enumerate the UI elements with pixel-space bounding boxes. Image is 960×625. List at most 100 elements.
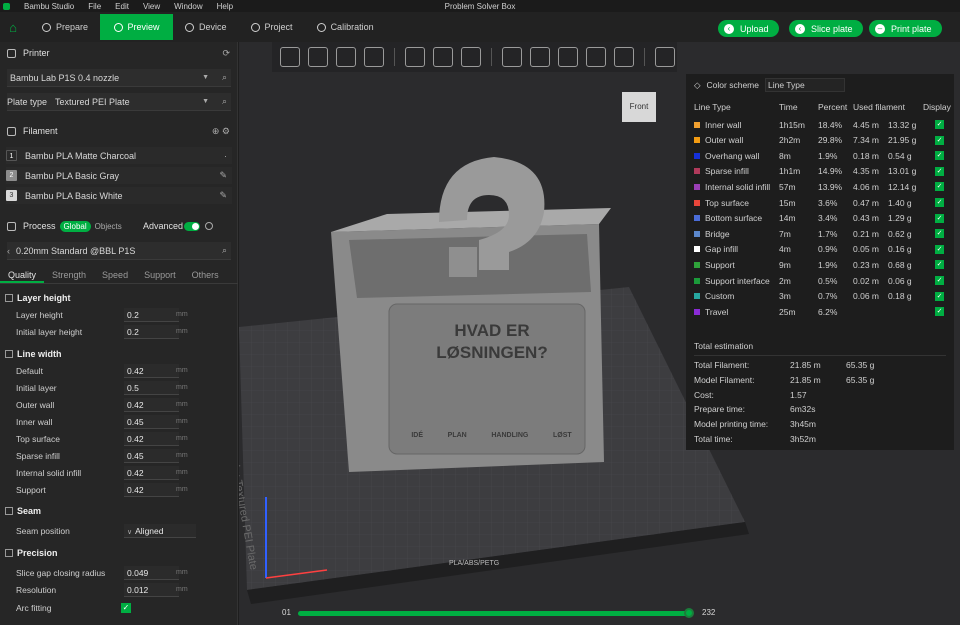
layer-height-input[interactable]: 0.2 bbox=[124, 307, 179, 322]
display-checkbox[interactable]: ✓ bbox=[935, 166, 944, 176]
menu-view[interactable]: View bbox=[143, 2, 160, 11]
display-checkbox[interactable]: ✓ bbox=[935, 182, 944, 192]
process-preset-select[interactable]: ‹ 0.20mm Standard @BBL P1S ⌕ bbox=[7, 242, 231, 260]
legend-row: Bottom surface 14m 3.4% 0.43 m 1.29 g ✓ bbox=[694, 211, 952, 226]
line-width-group: Line width bbox=[5, 346, 235, 361]
add-icon[interactable] bbox=[280, 47, 300, 67]
split-icon[interactable] bbox=[405, 47, 425, 67]
layer-handle[interactable] bbox=[684, 608, 694, 618]
tab-others[interactable]: Others bbox=[184, 266, 227, 283]
initial-layer-height-input[interactable]: 0.2 bbox=[124, 324, 179, 339]
display-checkbox[interactable]: ✓ bbox=[935, 229, 944, 239]
tab-device[interactable]: Device bbox=[173, 14, 239, 40]
arrange-icon[interactable] bbox=[364, 47, 384, 67]
view-cube[interactable]: Front bbox=[622, 92, 656, 122]
tab-preview[interactable]: Preview bbox=[100, 14, 174, 40]
print-plate-button[interactable]: – Print plate bbox=[869, 20, 942, 37]
support-width-input[interactable]: 0.42 bbox=[124, 482, 179, 497]
total-row: Model Filament: 21.85 m 65.35 g bbox=[694, 374, 875, 385]
internal-solid-infill-width-input[interactable]: 0.42 bbox=[124, 465, 179, 480]
swatch bbox=[694, 137, 700, 144]
display-checkbox[interactable]: ✓ bbox=[935, 213, 944, 223]
param-layer-height: Layer height 0.2 mm bbox=[16, 307, 188, 322]
menu-file[interactable]: File bbox=[88, 2, 101, 11]
filament-item[interactable]: 1 Bambu PLA Matte Charcoal · bbox=[6, 147, 232, 164]
advanced-toggle[interactable] bbox=[184, 221, 200, 231]
variable-layer-icon[interactable] bbox=[433, 47, 453, 67]
tab-support[interactable]: Support bbox=[136, 266, 184, 283]
param-initial-layer: Initial layer 0.5 mm bbox=[16, 380, 188, 395]
sparse-infill-width-input[interactable]: 0.45 bbox=[124, 448, 179, 463]
legend-row: Custom 3m 0.7% 0.06 m 0.18 g ✓ bbox=[694, 289, 952, 304]
display-checkbox[interactable]: ✓ bbox=[935, 120, 944, 129]
arc-fitting-checkbox[interactable]: ✓ bbox=[121, 602, 131, 613]
orient-icon[interactable] bbox=[336, 47, 356, 67]
display-checkbox[interactable]: ✓ bbox=[935, 244, 944, 254]
tab-strength[interactable]: Strength bbox=[44, 266, 94, 283]
move-icon[interactable] bbox=[502, 47, 522, 67]
param-seam-position: Seam position ∨ Aligned bbox=[16, 523, 216, 538]
upload-button[interactable]: ‹ Upload bbox=[718, 20, 779, 37]
menu-edit[interactable]: Edit bbox=[115, 2, 129, 11]
display-checkbox[interactable]: ✓ bbox=[935, 260, 944, 270]
precision-group: Precision bbox=[5, 545, 235, 560]
cut-icon[interactable] bbox=[558, 47, 578, 67]
edit-icon[interactable]: ✎ bbox=[219, 170, 227, 181]
slice-plate-button[interactable]: ‹ Slice plate bbox=[789, 20, 863, 37]
layer-slider[interactable]: 01 232 bbox=[278, 606, 718, 620]
initial-layer-width-input[interactable]: 0.5 bbox=[124, 380, 179, 395]
slice-gap-input[interactable]: 0.049 bbox=[124, 565, 179, 580]
default-width-input[interactable]: 0.42 bbox=[124, 363, 179, 378]
filament-item[interactable]: 2 Bambu PLA Basic Gray ✎ bbox=[6, 167, 232, 184]
outer-wall-width-input[interactable]: 0.42 bbox=[124, 397, 179, 412]
param-resolution: Resolution 0.012 mm bbox=[16, 582, 188, 597]
display-checkbox[interactable]: ✓ bbox=[935, 307, 944, 317]
swatch bbox=[694, 215, 700, 222]
tab-prepare[interactable]: Prepare bbox=[30, 14, 100, 40]
home-icon[interactable]: ⌂ bbox=[2, 16, 24, 38]
display-checkbox[interactable]: ✓ bbox=[935, 198, 944, 207]
search-icon[interactable]: ⌕ bbox=[222, 245, 227, 256]
seam-position-select[interactable]: ∨ Aligned bbox=[124, 523, 196, 538]
menu-help[interactable]: Help bbox=[217, 2, 233, 11]
top-surface-width-input[interactable]: 0.42 bbox=[124, 431, 179, 446]
display-checkbox[interactable]: ✓ bbox=[935, 135, 944, 145]
filament-item[interactable]: 3 Bambu PLA Basic White ✎ bbox=[6, 187, 232, 204]
legend-row: Inner wall 1h15m 18.4% 4.45 m 13.32 g ✓ bbox=[694, 117, 952, 132]
edit-icon[interactable]: ✎ bbox=[219, 190, 227, 201]
rotate-icon[interactable] bbox=[530, 47, 550, 67]
scale-icon[interactable] bbox=[461, 47, 481, 67]
layer-track[interactable] bbox=[298, 611, 690, 616]
display-checkbox[interactable]: ✓ bbox=[935, 151, 944, 161]
printer-select[interactable]: Bambu Lab P1S 0.4 nozzle ▼ ⌕ bbox=[7, 69, 231, 87]
objects-toggle[interactable]: Objects bbox=[95, 222, 122, 231]
global-toggle[interactable]: Global bbox=[59, 220, 91, 232]
tab-calibration[interactable]: Calibration bbox=[305, 14, 386, 40]
display-checkbox[interactable]: ✓ bbox=[935, 291, 944, 301]
add-plate-icon[interactable] bbox=[308, 47, 328, 67]
plate-type-select[interactable]: Plate type Textured PEI Plate ▼ ⌕ bbox=[7, 93, 231, 111]
printer-section: Printer ⟳ bbox=[0, 46, 238, 60]
tab-quality[interactable]: Quality bbox=[0, 266, 45, 283]
color-scheme-select[interactable]: Line Type bbox=[764, 78, 845, 92]
settings-icon[interactable]: ⊕ ⚙ bbox=[212, 126, 230, 137]
legend-row: Bridge 7m 1.7% 0.21 m 0.62 g ✓ bbox=[694, 226, 952, 241]
inner-wall-width-input[interactable]: 0.45 bbox=[124, 414, 179, 429]
resolution-input[interactable]: 0.012 bbox=[124, 582, 179, 597]
back-icon[interactable]: ‹ bbox=[7, 246, 10, 256]
model-box bbox=[331, 157, 611, 472]
legend-row: Travel 25m 6.2% ✓ bbox=[694, 304, 952, 319]
assembly-icon[interactable] bbox=[655, 47, 675, 67]
search-icon[interactable]: ⌕ bbox=[222, 96, 227, 107]
seam-paint-icon[interactable] bbox=[614, 47, 634, 67]
support-paint-icon[interactable] bbox=[586, 47, 606, 67]
search-icon[interactable]: ⌕ bbox=[222, 72, 227, 83]
legend-row: Support interface 2m 0.5% 0.02 m 0.06 g ✓ bbox=[694, 273, 952, 288]
sync-icon[interactable]: ⟳ bbox=[222, 48, 230, 59]
tab-project[interactable]: Project bbox=[239, 14, 305, 40]
legend-row: Sparse infill 1h1m 14.9% 4.35 m 13.01 g ✓ bbox=[694, 164, 952, 179]
display-checkbox[interactable]: ✓ bbox=[935, 276, 944, 285]
menu-window[interactable]: Window bbox=[174, 2, 202, 11]
help-icon[interactable] bbox=[205, 222, 213, 230]
tab-speed[interactable]: Speed bbox=[94, 266, 136, 283]
